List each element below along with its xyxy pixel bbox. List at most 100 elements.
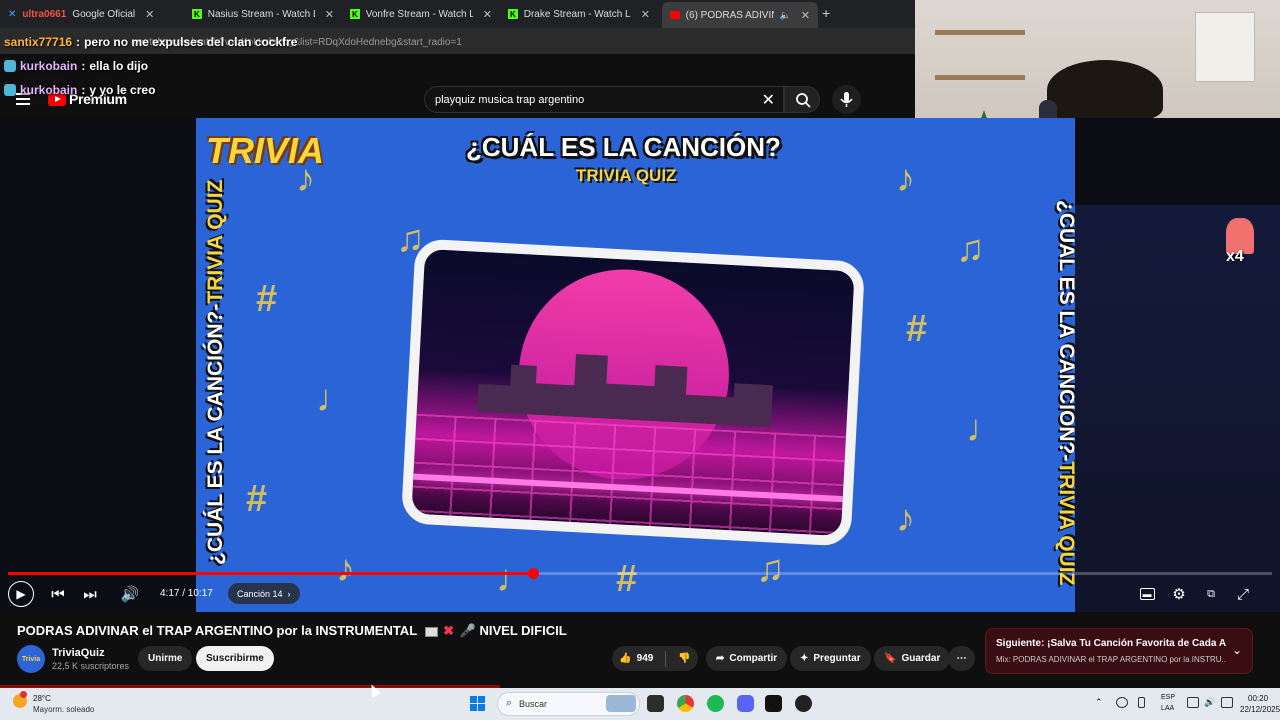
language-code[interactable]: ESP — [1161, 694, 1175, 701]
spotify-icon[interactable] — [707, 695, 724, 712]
battery-icon[interactable] — [1221, 697, 1233, 708]
video-title: PODRAS ADIVINAR el TRAP ARGENTINO por la… — [17, 623, 567, 638]
join-button[interactable]: Unirme — [138, 646, 193, 671]
tiktok-icon[interactable] — [765, 695, 782, 712]
dislike-button[interactable]: 👎 — [678, 653, 690, 664]
tab-vonfre[interactable]: K Vonfre Stream - Watch Live on K ✕ — [342, 4, 500, 24]
progress-scrubber[interactable] — [527, 568, 539, 579]
like-button[interactable]: 👍 949 — [619, 653, 653, 664]
partial-bar — [0, 685, 500, 688]
stream-sticker: x4 — [1218, 218, 1260, 268]
windows-start-icon[interactable] — [470, 696, 485, 711]
subscriber-count: 22,5 K suscriptores — [52, 661, 130, 671]
clear-icon[interactable]: ✕ — [762, 90, 775, 110]
tab-youtube-active[interactable]: (6) PODRAS ADIVINAR el TR 🔈 ✕ — [662, 2, 818, 28]
progress-bar[interactable] — [8, 568, 1272, 579]
sticker-count: x4 — [1226, 248, 1244, 265]
close-icon[interactable]: ✕ — [801, 9, 810, 22]
video-frame[interactable]: ♪ ♫ # ♩ # ♪ ♪ ♫ # ♩ ♪ # ♫ ♩ TRIVIA ¿CUÁL… — [196, 118, 1075, 612]
search-highlight-icon[interactable] — [606, 695, 636, 712]
play-icon: ▶ — [16, 587, 26, 601]
fullscreen-button[interactable]: ⤢ — [1231, 582, 1255, 606]
close-icon[interactable]: ✕ — [641, 8, 650, 21]
channel-name[interactable]: TriviaQuiz — [52, 647, 105, 659]
settings-button[interactable]: ⚙ — [1167, 582, 1191, 606]
display-icon[interactable] — [1187, 697, 1199, 708]
close-icon[interactable]: ✕ — [145, 8, 154, 21]
like-dislike-group: 👍 949 👎 — [612, 646, 698, 671]
close-icon[interactable]: ✕ — [325, 8, 334, 21]
discord-icon[interactable] — [737, 695, 754, 712]
close-icon[interactable]: ✕ — [483, 8, 492, 21]
network-icon[interactable] — [1116, 697, 1128, 708]
weather-temp[interactable]: 28°C — [33, 694, 51, 703]
badge-icon — [4, 60, 16, 72]
tab-label: Nasius Stream - Watch Live on K — [207, 8, 315, 20]
mic-icon[interactable] — [1138, 697, 1145, 708]
gear-icon: ⚙ — [1172, 586, 1186, 603]
save-button[interactable]: 🔖 Guardar — [874, 646, 951, 671]
speaker-icon[interactable]: 🔈 — [780, 10, 791, 21]
search-button[interactable] — [784, 86, 820, 113]
search-box[interactable]: playquiz musica trap argentino ✕ — [424, 86, 784, 113]
piano-icon — [424, 626, 438, 637]
player-controls: ▶ ⏮ ⏭ 🔊 4:17 / 10:17 Canción 14 › ▬ ⚙ ⧉ … — [0, 580, 1280, 608]
music-note: ♫ — [956, 228, 985, 270]
share-icon: ➦ — [716, 653, 725, 664]
captions-button[interactable]: ▬ — [1135, 582, 1159, 606]
trivia-logo: TRIVIA — [206, 130, 325, 171]
channel-avatar[interactable]: Trivia — [17, 645, 45, 673]
progress-fill — [8, 572, 533, 575]
search-input[interactable]: playquiz musica trap argentino — [435, 94, 584, 106]
avatar-text: Trivia — [21, 655, 41, 663]
chevron-up-icon[interactable]: ⌃ — [1095, 697, 1103, 708]
previous-button[interactable]: ⏮ — [46, 582, 70, 606]
music-note: # — [256, 278, 278, 320]
chat-username: santix77716 — [4, 35, 73, 49]
clock-time[interactable]: 00:20 — [1248, 694, 1268, 703]
app-icon[interactable] — [795, 695, 812, 712]
file-manager-icon[interactable] — [647, 695, 664, 712]
fullscreen-icon: ⤢ — [1236, 585, 1249, 603]
tab-drake[interactable]: K Drake Stream - Watch Live on K ✕ — [500, 4, 658, 24]
new-tab-button[interactable]: + — [822, 5, 830, 21]
previous-icon: ⏮ — [51, 585, 65, 603]
share-button[interactable]: ➦ Compartir — [706, 646, 788, 671]
layout-code[interactable]: LAA — [1161, 705, 1174, 712]
chevron-right-icon: › — [287, 588, 291, 599]
subscribe-button[interactable]: Suscribirme — [196, 646, 274, 671]
more-icon: ⋯ — [956, 653, 967, 664]
chat-text: ella lo dijo — [89, 59, 149, 73]
shelf — [935, 75, 1025, 80]
chevron-down-icon[interactable]: ⌄ — [1232, 643, 1242, 657]
thumbs-down-icon: 👎 — [678, 653, 691, 664]
ask-button[interactable]: ✦ Preguntar — [790, 646, 871, 671]
video-player[interactable]: ♪ ♫ # ♩ # ♪ ♪ ♫ # ♩ ♪ # ♫ ♩ TRIVIA ¿CUÁL… — [0, 118, 1280, 612]
music-note: ♩ — [316, 378, 354, 420]
browser-tab-bar: ✕ ultra0661 Google Oficial ✕ K Nasius St… — [0, 0, 915, 28]
multi-icon: ✕ — [8, 8, 17, 20]
volume-button[interactable]: 🔊 — [118, 582, 142, 606]
voice-search-button[interactable] — [832, 85, 861, 114]
microphone-icon: 🎤 — [459, 623, 476, 638]
tab-google[interactable]: ✕ ultra0661 Google Oficial ✕ — [0, 4, 178, 24]
chapter-button[interactable]: Canción 14 › — [228, 583, 300, 604]
weather-desc[interactable]: Mayorm. soleado — [33, 705, 94, 714]
frame-side-text-right: ¿CUÁL ES LA CANCIÓN?-TRIVIA QUIZ — [1055, 200, 1075, 586]
more-actions-button[interactable]: ⋯ — [948, 646, 975, 671]
next-button[interactable]: ⏭ — [78, 582, 102, 606]
chapter-label: Canción 14 — [237, 588, 283, 599]
kick-icon: K — [508, 9, 518, 19]
up-next-card[interactable]: Siguiente: ¡Salva Tu Canción Favorita de… — [985, 628, 1253, 674]
tab-nasius[interactable]: K Nasius Stream - Watch Live on K ✕ — [184, 4, 342, 24]
bookmark-icon: 🔖 — [884, 653, 897, 664]
volume-icon: 🔊 — [120, 586, 140, 603]
volume-icon[interactable]: 🔊 — [1204, 697, 1216, 708]
clock-date[interactable]: 22/12/2025 — [1240, 705, 1280, 714]
chrome-icon[interactable] — [677, 695, 694, 712]
miniplayer-button[interactable]: ⧉ — [1199, 582, 1223, 606]
play-button[interactable]: ▶ — [8, 581, 34, 607]
captions-icon: ▬ — [1139, 588, 1155, 600]
cross-icon: ✖ — [443, 623, 455, 638]
synthwave-scene — [400, 238, 866, 547]
